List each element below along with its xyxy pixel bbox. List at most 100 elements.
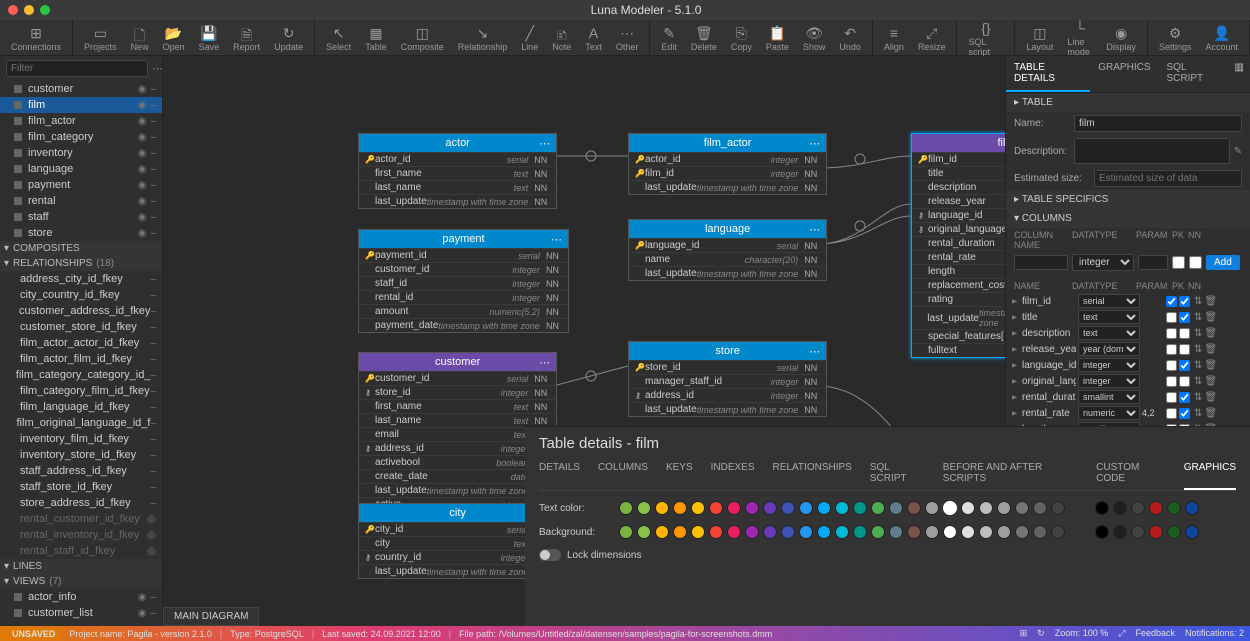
tree-table-language[interactable]: language◉– <box>0 161 162 177</box>
color-swatch[interactable] <box>853 525 867 539</box>
column-row[interactable]: 🔑store_idserialNN <box>629 360 826 374</box>
column-row[interactable]: 🔑customer_idserialNN <box>359 371 556 385</box>
entity-header[interactable]: customer⋯ <box>359 353 556 371</box>
column-definition-row[interactable]: ▸titletext⇅🗑 <box>1006 309 1250 325</box>
pk-checkbox[interactable] <box>1166 376 1177 387</box>
tree-view[interactable]: actor_info◉– <box>0 589 162 605</box>
color-swatch[interactable] <box>763 525 777 539</box>
visibility-icon[interactable]: ◉ <box>138 116 147 127</box>
color-swatch[interactable] <box>997 501 1011 515</box>
color-swatch[interactable] <box>745 501 759 515</box>
column-row[interactable]: rental_ratenumeric(4,2)NN <box>912 250 1005 264</box>
toolbar-display[interactable]: ◉Display <box>1099 20 1143 56</box>
tree-rel-hidden[interactable]: rental_customer_id_fkey◎ <box>0 511 162 527</box>
color-swatch[interactable] <box>1033 501 1047 515</box>
color-swatch[interactable] <box>727 501 741 515</box>
tree-rel[interactable]: city_country_id_fkey– <box>0 287 162 303</box>
tree-table-rental[interactable]: rental◉– <box>0 193 162 209</box>
visibility-icon[interactable]: ◉ <box>138 164 147 175</box>
tree-rel[interactable]: film_category_category_id_– <box>0 367 162 383</box>
column-row[interactable]: release_yearyear <box>912 194 1005 208</box>
details-tab[interactable]: DETAILS <box>539 462 580 484</box>
visibility-icon[interactable]: ◉ <box>138 148 147 159</box>
table-desc-input[interactable] <box>1074 138 1230 164</box>
color-swatch[interactable] <box>925 501 939 515</box>
column-row[interactable]: last_updatetimestamp with time zoneNN <box>912 306 1005 329</box>
column-row[interactable]: payment_datetimestamp with time zoneNN <box>359 318 568 332</box>
nn-checkbox[interactable] <box>1179 296 1190 307</box>
panel-tab[interactable]: GRAPHICS <box>1090 56 1158 92</box>
color-swatch[interactable] <box>655 501 669 515</box>
tree-rel[interactable]: customer_address_id_fkey– <box>0 303 162 319</box>
tree-rel[interactable]: address_city_id_fkey– <box>0 271 162 287</box>
pk-checkbox[interactable] <box>1166 344 1177 355</box>
entity-header[interactable]: actor⋯ <box>359 134 556 152</box>
delete-icon[interactable]: 🗑 <box>1204 408 1217 419</box>
tree-table-staff[interactable]: staff◉– <box>0 209 162 225</box>
color-swatch[interactable] <box>907 525 921 539</box>
panel-tab[interactable]: SQL SCRIPT <box>1159 56 1229 92</box>
color-swatch[interactable] <box>835 501 849 515</box>
move-icon[interactable]: ⇅ <box>1194 344 1202 355</box>
overview-icon[interactable]: ⊞ <box>1020 628 1028 639</box>
delete-icon[interactable]: 🗑 <box>1204 328 1217 339</box>
column-definition-row[interactable]: ▸film_idserial⇅🗑 <box>1006 293 1250 309</box>
color-swatch[interactable] <box>1113 525 1127 539</box>
color-swatch[interactable] <box>619 501 633 515</box>
toolbar-paste[interactable]: 📋Paste <box>759 20 796 56</box>
details-tab[interactable]: RELATIONSHIPS <box>773 462 852 484</box>
lock-dimensions-toggle[interactable] <box>539 549 561 561</box>
toolbar-align[interactable]: ≡Align <box>877 20 911 56</box>
entity-menu-icon[interactable]: ⋯ <box>551 233 562 246</box>
tree-table-store[interactable]: store◉– <box>0 225 162 241</box>
column-row[interactable]: namecharacter(20)NN <box>629 252 826 266</box>
toolbar-account[interactable]: 👤Account <box>1198 20 1245 56</box>
details-tab[interactable]: INDEXES <box>711 462 755 484</box>
toolbar-composite[interactable]: ◫Composite <box>394 20 451 56</box>
delete-icon[interactable]: 🗑 <box>1204 360 1217 371</box>
move-icon[interactable]: ⇅ <box>1194 376 1202 387</box>
color-swatch[interactable] <box>763 501 777 515</box>
close-icon[interactable] <box>8 5 18 15</box>
color-swatch[interactable] <box>781 525 795 539</box>
visibility-icon[interactable]: ◉ <box>138 132 147 143</box>
datatype-select[interactable]: integer <box>1078 374 1140 388</box>
column-row[interactable]: first_nametextNN <box>359 166 556 180</box>
column-row[interactable]: last_updatetimestamp with time zoneNN <box>629 266 826 280</box>
window-controls[interactable] <box>8 5 50 15</box>
toolbar-relationship[interactable]: ↘Relationship <box>451 20 515 56</box>
details-tab[interactable]: BEFORE AND AFTER SCRIPTS <box>943 462 1078 484</box>
filter-input[interactable] <box>6 60 148 77</box>
column-row[interactable]: amountnumeric(5,2)NN <box>359 304 568 318</box>
column-definition-row[interactable]: ▸language_idinteger⇅🗑 <box>1006 357 1250 373</box>
column-row[interactable]: titletextNN <box>912 166 1005 180</box>
entity-menu-icon[interactable]: ⋯ <box>809 137 820 150</box>
entity-menu-icon[interactable]: ⋯ <box>539 356 550 369</box>
edit-icon[interactable]: ✎ <box>1234 146 1242 157</box>
toolbar-line[interactable]: ╱Line <box>514 20 545 56</box>
column-row[interactable]: last_nametextNN <box>359 180 556 194</box>
color-swatch[interactable] <box>853 501 867 515</box>
column-row[interactable]: 🔑film_idserialNN <box>912 152 1005 166</box>
toolbar-copy[interactable]: ⎘Copy <box>724 20 759 56</box>
color-swatch[interactable] <box>871 525 885 539</box>
toolbar-projects[interactable]: ▭Projects <box>77 20 124 56</box>
column-definition-row[interactable]: ▸rental_durationsmallint⇅🗑 <box>1006 389 1250 405</box>
pk-checkbox[interactable] <box>1166 312 1177 323</box>
column-row[interactable]: last_updatetimestamp with time zoneNN <box>629 180 826 194</box>
color-swatch[interactable] <box>691 525 705 539</box>
color-swatch[interactable] <box>943 501 957 515</box>
tree-header[interactable]: ▾VIEWS(7) <box>0 574 162 589</box>
tree-header[interactable]: ▾COMPOSITES <box>0 241 162 256</box>
tree-view[interactable]: customer_list◉– <box>0 605 162 621</box>
nn-checkbox[interactable] <box>1179 376 1190 387</box>
new-col-param-input[interactable] <box>1138 255 1168 270</box>
pk-checkbox[interactable] <box>1166 296 1177 307</box>
color-swatch[interactable] <box>1167 501 1181 515</box>
new-col-pk-checkbox[interactable] <box>1172 256 1185 269</box>
color-swatch[interactable] <box>943 525 957 539</box>
color-swatch[interactable] <box>727 525 741 539</box>
move-icon[interactable]: ⇅ <box>1194 360 1202 371</box>
visibility-icon[interactable]: ◎ <box>147 530 156 541</box>
toolbar-open[interactable]: 📂Open <box>156 20 192 56</box>
